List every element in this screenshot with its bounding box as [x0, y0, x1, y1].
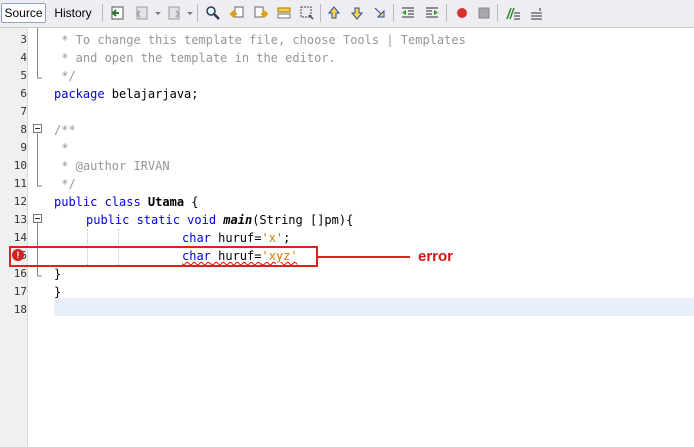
forward-icon[interactable] [166, 5, 182, 21]
line-number: 4 [20, 51, 27, 64]
error-pointer-line [318, 256, 410, 258]
tab-source[interactable]: Source [1, 3, 46, 23]
code-line: * To change this template file, choose T… [54, 33, 466, 47]
error-highlight-box [9, 246, 318, 267]
shift-left-icon[interactable] [400, 5, 416, 21]
char-literal: 'x' [261, 231, 284, 245]
keyword: public class [54, 195, 148, 209]
code-line: */ [54, 69, 76, 83]
start-macro-icon[interactable] [454, 5, 470, 21]
code-line: */ [54, 177, 76, 191]
code-text: huruf= [210, 231, 262, 245]
code-text: { [184, 195, 199, 209]
code-text: belajarjava; [104, 87, 199, 101]
code-line: * @author IRVAN [54, 159, 170, 173]
line-number: 3 [20, 33, 27, 46]
stop-macro-icon[interactable] [476, 5, 492, 21]
class-name: Utama [147, 195, 185, 209]
fold-margin [28, 28, 50, 447]
line-number: 9 [20, 141, 27, 154]
line-number: 6 [20, 87, 27, 100]
line-number: 16 [13, 267, 27, 280]
comment-icon[interactable] [505, 5, 521, 21]
toolbar-separator [197, 4, 198, 22]
toolbar-separator [320, 4, 321, 22]
keyword: public static void [86, 213, 224, 227]
code-line: * and open the template in the editor. [54, 51, 336, 65]
shift-right-icon[interactable] [424, 5, 440, 21]
line-number: 13 [13, 213, 27, 226]
uncomment-icon[interactable] [528, 5, 544, 21]
line-number: 14 [13, 231, 27, 244]
find-previous-icon[interactable] [229, 5, 245, 21]
find-selection-icon[interactable] [276, 5, 292, 21]
code-line: /** [54, 123, 76, 137]
fold-guides [33, 28, 42, 277]
current-line-highlight [54, 298, 694, 316]
keyword: package [54, 87, 105, 101]
code-line: public static void main(String []pm){ [86, 211, 353, 229]
method-name: main [223, 213, 253, 227]
line-number-gutter: 3 4 5 6 7 8 9 10 11 12 13 14 15 16 17 18 [0, 28, 28, 447]
line-number: 5 [20, 69, 27, 82]
toolbar-separator [102, 4, 103, 22]
code-line: * [54, 141, 69, 155]
toggle-bookmark-icon[interactable] [372, 5, 388, 21]
toolbar-separator [497, 4, 498, 22]
line-number: 8 [20, 123, 27, 136]
line-number: 10 [13, 159, 27, 172]
editor-toolbar: Source History [0, 0, 694, 28]
last-edit-icon[interactable] [110, 5, 126, 21]
toolbar-separator [446, 4, 447, 22]
toolbar-separator [393, 4, 394, 22]
error-label: error [418, 248, 454, 265]
line-number: 7 [20, 105, 27, 118]
back-dropdown-icon[interactable] [150, 5, 161, 21]
code-line: public class Utama { [54, 193, 199, 211]
forward-dropdown-icon[interactable] [182, 5, 193, 21]
toggle-highlight-icon[interactable] [299, 5, 315, 21]
line-number: 12 [13, 195, 27, 208]
code-text: (String []pm){ [252, 213, 354, 227]
line-number: 17 [13, 285, 27, 298]
code-line: char huruf='x'; [182, 229, 290, 247]
previous-bookmark-icon[interactable] [326, 5, 342, 21]
find-next-icon[interactable] [253, 5, 269, 21]
line-number: 11 [13, 177, 27, 190]
tab-history[interactable]: History [50, 3, 96, 23]
back-icon[interactable] [134, 5, 150, 21]
keyword: char [182, 231, 211, 245]
code-text: ; [283, 231, 291, 245]
code-line: } [54, 267, 62, 281]
code-line: package belajarjava; [54, 85, 199, 103]
code-line: } [54, 285, 62, 299]
next-bookmark-icon[interactable] [349, 5, 365, 21]
find-icon[interactable] [205, 5, 221, 21]
line-number: 18 [13, 303, 27, 316]
